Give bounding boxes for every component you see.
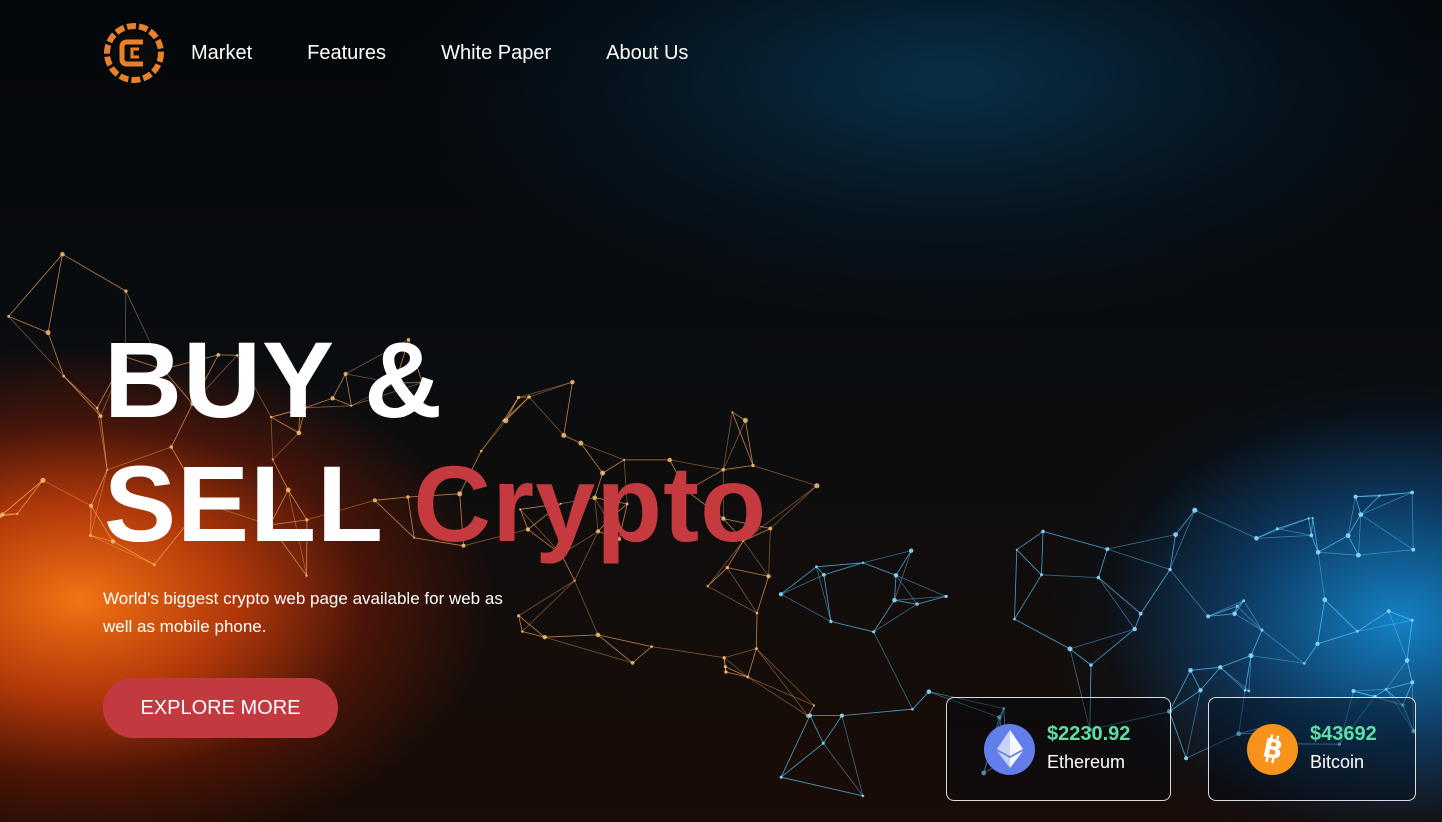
hero-subtitle: World's biggest crypto web page availabl… bbox=[103, 589, 503, 636]
price-info: $43692 Bitcoin bbox=[1310, 721, 1377, 777]
ethereum-icon bbox=[984, 723, 1035, 775]
nav-link-about-us[interactable]: About Us bbox=[606, 22, 688, 84]
nav-link-market[interactable]: Market bbox=[191, 22, 252, 84]
crypto-c-logo-icon[interactable] bbox=[103, 22, 165, 84]
bitcoin-icon: B bbox=[1247, 723, 1298, 775]
price-info: $2230.92 Ethereum bbox=[1047, 721, 1130, 777]
price-card-ethereum[interactable]: $2230.92 Ethereum bbox=[946, 697, 1171, 801]
top-navigation: Market Features White Paper About Us bbox=[103, 22, 743, 84]
coin-name: Ethereum bbox=[1047, 752, 1126, 772]
hero-title-line1: BUY & bbox=[104, 319, 444, 440]
nav-link-white-paper[interactable]: White Paper bbox=[441, 22, 551, 84]
price-value: $43692 bbox=[1310, 723, 1377, 745]
hero-section: Market Features White Paper About Us BUY… bbox=[0, 0, 1442, 822]
nav-link-features[interactable]: Features bbox=[307, 22, 386, 84]
hero-title: BUY & SELL Crypto bbox=[104, 318, 767, 566]
explore-more-button[interactable]: EXPLORE MORE bbox=[103, 678, 338, 738]
price-card-bitcoin[interactable]: B $43692 Bitcoin bbox=[1208, 697, 1416, 801]
price-value: $2230.92 bbox=[1047, 723, 1131, 745]
coin-name: Bitcoin bbox=[1310, 752, 1365, 772]
hero-title-accent: Crypto bbox=[413, 443, 768, 564]
hero-title-line2: SELL bbox=[104, 443, 383, 564]
